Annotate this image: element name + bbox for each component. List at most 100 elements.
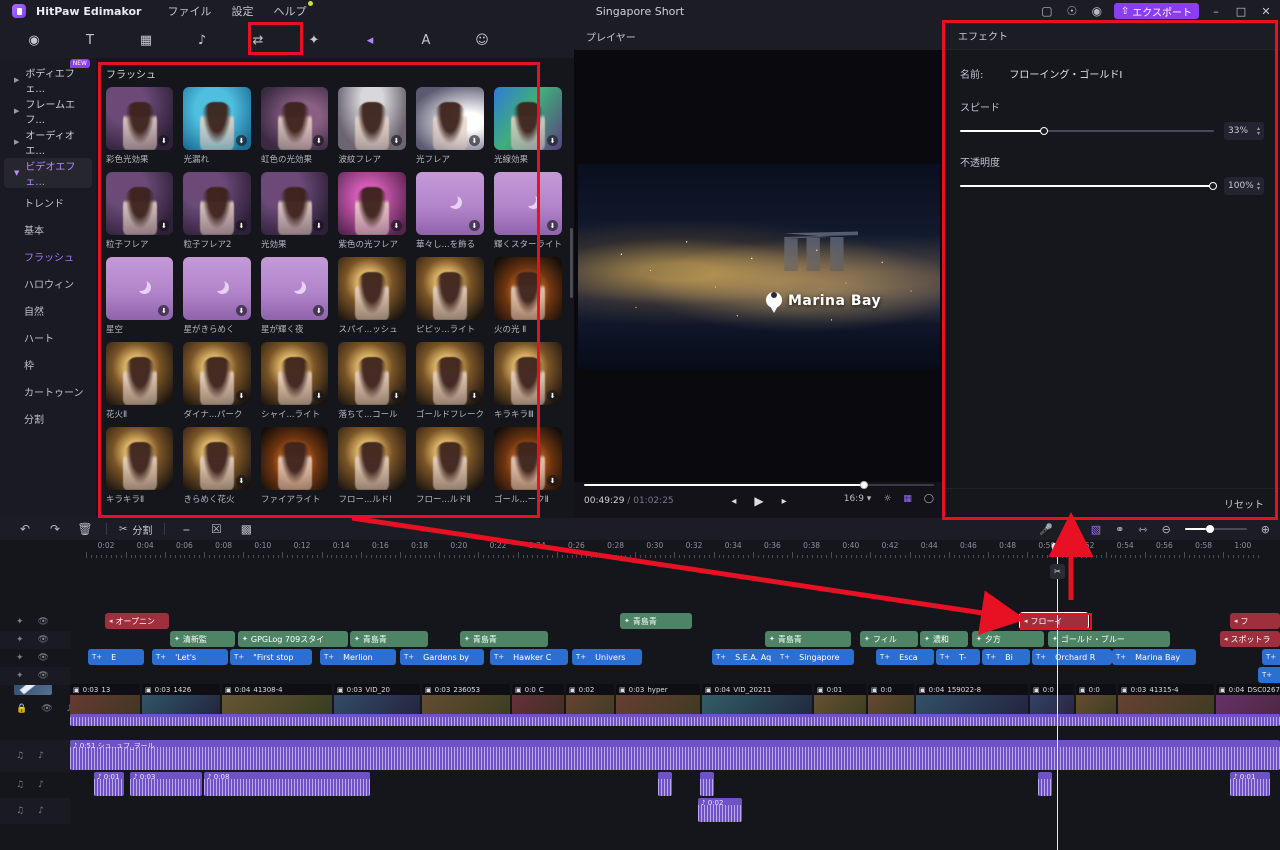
sidebar-item-2[interactable]: フラッシュ (0, 243, 96, 270)
sfx-clip[interactable] (1038, 772, 1052, 796)
effect-item[interactable]: ⬇ 光線効果 (493, 87, 562, 165)
text-clip[interactable]: T+ Hawker C (490, 649, 568, 665)
effects-scrollbar[interactable] (570, 228, 573, 298)
timeline-ruler[interactable]: 0:02 0:04 0:06 0:08 0:10 0:12 0:14 0:16 0:18 0:20… (0, 540, 1280, 560)
sidebar-item-7[interactable]: カートゥーン (0, 378, 96, 405)
timeline-clip[interactable]: ✦ 夕方 (972, 631, 1044, 647)
effect-item[interactable]: ⬇ 星空 (106, 257, 174, 335)
menu-file[interactable]: ファイル (167, 3, 211, 19)
sfx-clip[interactable]: ♪ 0:08 (204, 772, 370, 796)
download-icon[interactable]: ⬇ (235, 220, 247, 231)
timeline-clip[interactable]: ✦ 青島青 (350, 631, 428, 647)
close-icon[interactable]: ✕ (1258, 3, 1274, 19)
effect-item[interactable]: ⬇ きらめく花火 (183, 427, 251, 505)
effect-thumbnail[interactable]: ⬇ (183, 87, 251, 150)
download-icon[interactable]: ⬇ (235, 305, 247, 316)
effect-item[interactable]: スパイ...ッシュ (338, 257, 406, 335)
effect-thumbnail[interactable] (415, 427, 484, 490)
audio-clip[interactable]: ♪ 0:51 シュ..ュフ_ヲール (70, 740, 1280, 770)
effect-item[interactable]: ⬇ 落ちて...コール (338, 342, 406, 420)
download-icon[interactable]: ⬇ (390, 220, 402, 231)
sidebar-item-1[interactable]: 基本 (0, 216, 96, 243)
clip-icon[interactable]: ▧ (1091, 523, 1101, 536)
effect-item[interactable]: フロー...ルドⅡ (415, 427, 484, 505)
video-embedded-audio[interactable] (70, 714, 1280, 726)
timeline-clip[interactable]: ◂ スポットラ (1220, 631, 1280, 647)
track-header-0[interactable]: ✦ 👁 (0, 613, 70, 631)
track-header-5[interactable]: ♫ ♪ (0, 740, 70, 772)
sfx-clip[interactable]: ♪ 0:03 (130, 772, 202, 796)
download-icon[interactable]: ⬇ (313, 220, 325, 231)
audio-track-icon[interactable]: ♫ (16, 780, 24, 790)
text-clip[interactable]: T+ Merlion (320, 649, 396, 665)
effect-thumbnail[interactable]: ⬇ (493, 427, 562, 490)
download-icon[interactable]: ⬇ (158, 135, 170, 146)
aspect-ratio-selector[interactable]: 16:9 ▾ (844, 494, 872, 504)
toolbar-tab-filter[interactable]: ✦フィルター (51, 23, 1229, 850)
download-icon[interactable]: ⬇ (235, 135, 247, 146)
download-icon[interactable]: ⬇ (468, 135, 480, 146)
effect-thumbnail[interactable] (338, 257, 406, 320)
effect-thumbnail[interactable]: ⬇ (338, 87, 406, 150)
lock-icon[interactable]: 🔒 (16, 704, 27, 714)
effect-thumbnail[interactable]: ⬇ (183, 427, 251, 490)
grid-icon[interactable]: ▦ (903, 494, 912, 504)
effect-thumbnail[interactable] (106, 342, 174, 405)
zoom-out-icon[interactable]: ⊖ (1162, 523, 1171, 536)
effect-item[interactable]: 火の光 Ⅱ (493, 257, 562, 335)
sidebar-item-8[interactable]: 分割 (0, 405, 96, 432)
menu-settings[interactable]: 設定 (231, 3, 253, 19)
effect-thumbnail[interactable] (260, 427, 329, 490)
effect-item[interactable]: 花火Ⅱ (106, 342, 174, 420)
audio-track-icon[interactable]: ♫ (16, 806, 24, 816)
timeline-clip[interactable]: ◂ フローイ (1019, 612, 1089, 630)
effect-thumbnail[interactable] (106, 427, 174, 490)
zoom-slider[interactable] (1184, 525, 1247, 533)
timeline-clip[interactable]: ✦ 青島青 (765, 631, 851, 647)
track-header-2[interactable]: ✦ 👁 (0, 649, 70, 667)
sidebar-item-3[interactable]: ハロウィン (0, 270, 96, 297)
text-clip[interactable]: T+ T- (936, 649, 980, 665)
next-frame-icon[interactable]: ▸ (782, 496, 787, 507)
chain-icon[interactable]: ⚭ (1115, 523, 1124, 536)
speed-stepper[interactable]: 33% ▴ ▾ (1224, 122, 1264, 140)
download-icon[interactable]: ⬇ (235, 475, 247, 486)
effect-thumbnail[interactable]: ⬇ (338, 342, 406, 405)
effect-item[interactable]: ⬇ 輝くスターライト (493, 172, 562, 250)
effect-item[interactable]: ⬇ 星がきらめく (183, 257, 251, 335)
audio-track-icon[interactable]: ♫ (16, 751, 24, 761)
toolbar-tab-audio[interactable]: ♪オーディオ (51, 23, 1229, 850)
text-clip[interactable]: T+ Univers (572, 649, 642, 665)
effect-item[interactable]: ⬇ キラキラⅢ (493, 342, 562, 420)
timeline-clip[interactable]: ✦ フィル (860, 631, 918, 647)
maximize-icon[interactable]: □ (1233, 3, 1249, 19)
text-clip[interactable]: T+ Orchard R (1032, 649, 1112, 665)
download-icon[interactable]: ⬇ (468, 390, 480, 401)
effect-item[interactable]: ⬇ 彩色光効果 (106, 87, 174, 165)
effect-thumbnail[interactable]: ⬇ (106, 87, 174, 150)
download-icon[interactable]: ⬇ (468, 220, 480, 231)
toolbar-tab-element[interactable]: ▦エレメント (51, 23, 1229, 850)
text-clip[interactable]: T+ "First stop (230, 649, 312, 665)
export-button[interactable]: ⇧ エクスポート (1113, 3, 1199, 19)
menu-help[interactable]: ヘルプ (273, 1, 314, 19)
sfx-clip[interactable]: ♪ 0:02 (698, 798, 742, 822)
snapshot-icon[interactable]: ☼ (883, 494, 891, 504)
fullscreen-icon[interactable]: ◯ (924, 494, 934, 504)
toolbar-tab-subtitle[interactable]: A字幕 (51, 23, 1229, 850)
effect-item[interactable]: ⬇ ゴール...ークⅡ (493, 427, 562, 505)
effect-item[interactable]: ⬇ 虹色の光効果 (260, 87, 329, 165)
volume-icon[interactable]: ♪ (38, 751, 44, 761)
playhead-split-icon[interactable]: ✂ (1050, 564, 1065, 579)
text-clip[interactable]: T+ Esca (876, 649, 934, 665)
effect-thumbnail[interactable] (338, 427, 406, 490)
timeline-clip[interactable]: ✦ ゴールド・ブルー (1048, 631, 1170, 647)
effect-thumbnail[interactable]: ⬇ (260, 257, 329, 320)
effect-thumbnail[interactable]: ⬇ (260, 342, 329, 405)
effect-item[interactable]: ⬇ 光フレア (415, 87, 484, 165)
download-icon[interactable]: ⬇ (313, 305, 325, 316)
volume-icon[interactable]: ♪ (38, 806, 44, 816)
bell-icon[interactable]: ☉ (1064, 3, 1080, 19)
text-clip[interactable]: T+ S.E.A. Aq (712, 649, 784, 665)
sidebar-item-0[interactable]: トレンド (0, 189, 96, 216)
